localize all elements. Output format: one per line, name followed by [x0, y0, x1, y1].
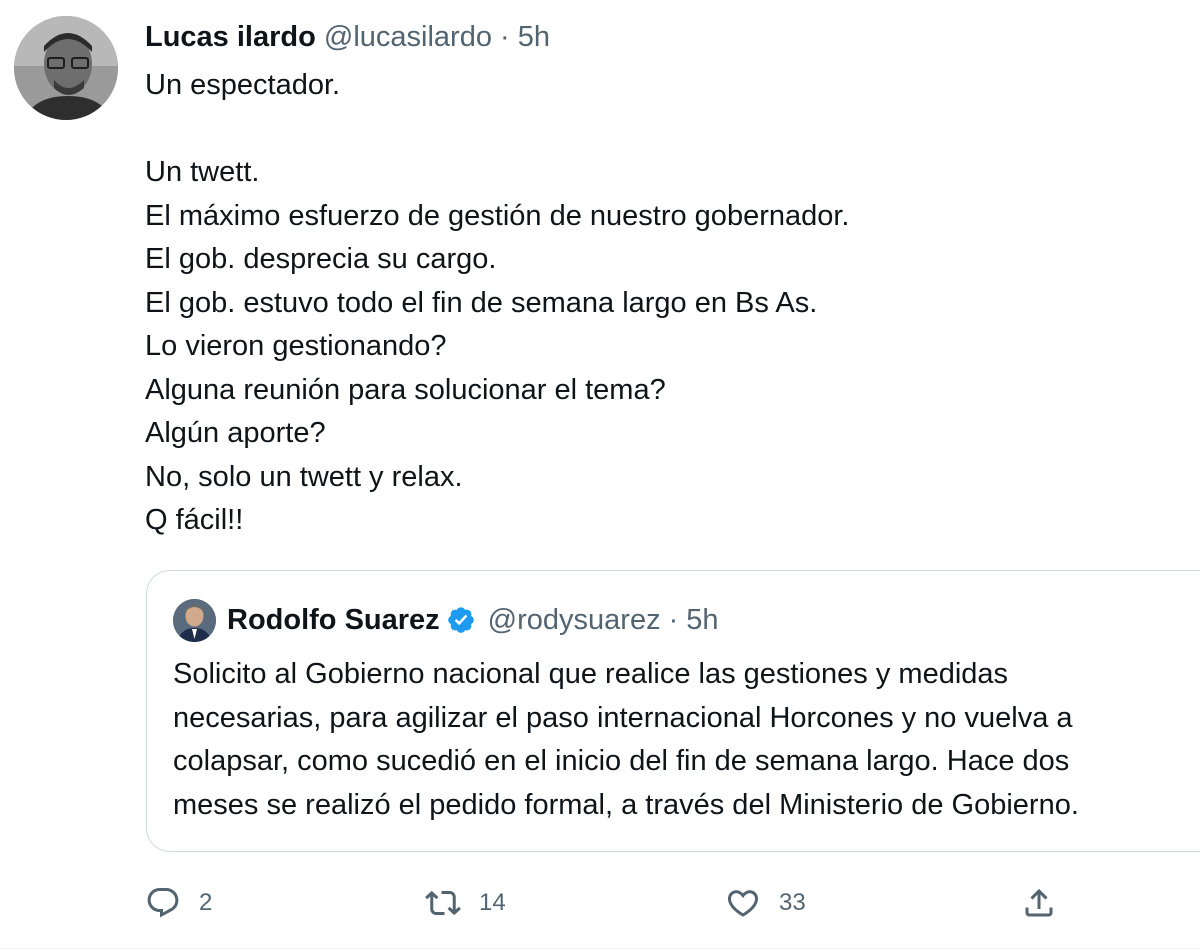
avatar[interactable]	[14, 16, 118, 120]
tweet-text-line: Q fácil!!	[145, 504, 244, 536]
tweet-text-line: El gob. estuvo todo el fin de semana lar…	[145, 286, 818, 319]
quoted-tweet-timestamp[interactable]: 5h	[686, 601, 718, 639]
separator-dot: ·	[668, 604, 679, 636]
tweet-text: Un espectador. Un twett. El máximo esfue…	[145, 64, 1185, 543]
quoted-tweet-text: Solicito al Gobierno nacional que realic…	[173, 653, 1200, 827]
retweet-icon	[425, 890, 461, 916]
author-name[interactable]: Lucas ilardo	[145, 21, 316, 53]
reply-icon	[147, 888, 179, 918]
divider	[0, 948, 1200, 949]
quoted-tweet-header: Rodolfo Suarez @rodysuarez · 5h	[227, 601, 719, 639]
like-button[interactable]: 33	[725, 880, 806, 926]
reply-button[interactable]: 2	[145, 880, 212, 926]
verified-badge-icon	[446, 605, 476, 635]
reply-count: 2	[199, 889, 213, 916]
tweet-text-line: Algún aporte?	[145, 417, 326, 449]
tweet[interactable]: Lucas ilardo @lucasilardo · 5h Un espect…	[0, 0, 1200, 951]
tweet-header: Lucas ilardo @lucasilardo · 5h	[145, 18, 550, 56]
tweet-text-line: Lo vieron gestionando?	[145, 330, 447, 362]
quoted-author-name[interactable]: Rodolfo Suarez	[227, 601, 440, 639]
quoted-text-line: Solicito al Gobierno nacional que realic…	[173, 658, 1009, 690]
retweet-count: 14	[479, 889, 506, 916]
share-icon	[1025, 888, 1053, 917]
tweet-text-line: Un twett.	[145, 156, 260, 188]
retweet-button[interactable]: 14	[425, 880, 506, 926]
tweet-text-line: Alguna reunión para solucionar el tema?	[145, 373, 666, 406]
quoted-text-line: meses se realizó el pedido formal, a tra…	[173, 788, 1079, 821]
tweet-text-line: No, solo un twett y relax.	[145, 460, 463, 493]
author-handle[interactable]: @lucasilardo	[324, 21, 492, 53]
heart-icon	[727, 890, 759, 917]
tweet-text-line: El gob. desprecia su cargo.	[145, 243, 497, 275]
quoted-text-line: colapsar, como sucedió en el inicio del …	[173, 745, 1070, 777]
tweet-actions: 2 14 33	[145, 880, 1185, 926]
tweet-text-line: Un espectador.	[145, 69, 341, 101]
quoted-avatar[interactable]	[173, 599, 216, 642]
tweet-text-line	[145, 108, 1185, 152]
share-button[interactable]	[1021, 880, 1057, 926]
like-count: 33	[779, 889, 806, 916]
tweet-text-line: El máximo esfuerzo de gestión de nuestro…	[145, 199, 850, 232]
quoted-text-line: necesarias, para agilizar el paso intern…	[173, 701, 1073, 734]
tweet-timestamp[interactable]: 5h	[518, 21, 550, 53]
separator-dot: ·	[500, 21, 510, 53]
quoted-tweet[interactable]: Rodolfo Suarez @rodysuarez · 5h Solicito…	[146, 570, 1200, 852]
quoted-author-handle[interactable]: @rodysuarez	[488, 601, 661, 639]
